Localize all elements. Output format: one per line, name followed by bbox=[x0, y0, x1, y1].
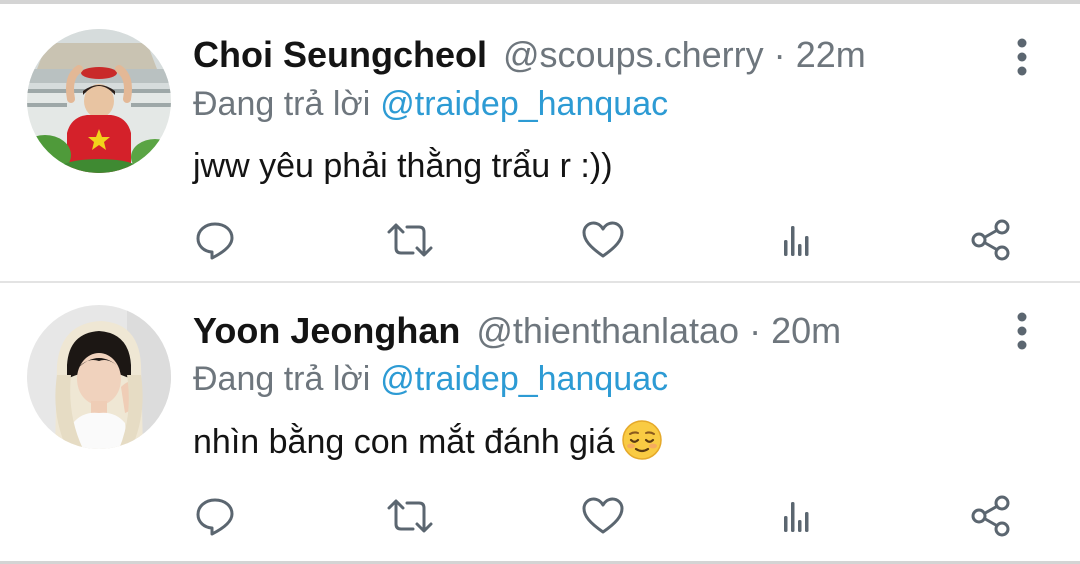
tweet-card[interactable]: Choi Seungcheol @scoups.cherry · 22m Đang… bbox=[0, 4, 1080, 282]
avatar[interactable] bbox=[27, 29, 171, 173]
tweet-header: Yoon Jeonghan @thienthanlatao · 20m bbox=[193, 311, 841, 351]
separator-dot: · bbox=[749, 310, 762, 351]
mention-link[interactable]: @traidep_hanquac bbox=[380, 360, 668, 398]
separator-dot: · bbox=[773, 34, 786, 75]
reply-button[interactable] bbox=[190, 491, 240, 541]
replying-to: Đang trả lời @traidep_hanquac bbox=[193, 359, 668, 399]
display-name[interactable]: Yoon Jeonghan bbox=[193, 310, 460, 351]
heart-icon bbox=[582, 497, 624, 534]
analytics-button[interactable] bbox=[771, 215, 821, 265]
like-button[interactable] bbox=[578, 215, 628, 265]
share-button[interactable] bbox=[966, 491, 1016, 541]
tweet-text: jww yêu phải thằng trẩu r :)) bbox=[193, 147, 613, 185]
like-button[interactable] bbox=[578, 491, 628, 541]
share-button[interactable] bbox=[966, 215, 1016, 265]
replying-to-label: Đang trả lời bbox=[193, 85, 371, 123]
timestamp: 22m bbox=[795, 34, 866, 75]
tweet-text: nhìn bằng con mắt đánh giá bbox=[193, 419, 663, 464]
replying-to-label: Đang trả lời bbox=[193, 360, 371, 398]
replying-to: Đang trả lời @traidep_hanquac bbox=[193, 84, 668, 124]
more-options-button[interactable] bbox=[1006, 33, 1038, 81]
share-icon bbox=[971, 495, 1010, 537]
display-name[interactable]: Choi Seungcheol bbox=[193, 34, 487, 75]
reply-bubble-icon bbox=[196, 498, 234, 536]
more-options-button[interactable] bbox=[1006, 307, 1038, 355]
tweet-replies-screen: Choi Seungcheol @scoups.cherry · 22m Đang… bbox=[0, 0, 1080, 564]
timestamp: 20m bbox=[771, 310, 842, 351]
retweet-icon bbox=[387, 499, 433, 533]
user-handle[interactable]: @thienthanlatao bbox=[476, 310, 739, 351]
tweet-text-body: nhìn bằng con mắt đánh giá bbox=[193, 423, 615, 461]
retweet-icon bbox=[387, 223, 433, 257]
action-bar bbox=[0, 215, 1080, 265]
more-vertical-icon bbox=[1017, 312, 1027, 350]
avatar[interactable] bbox=[27, 305, 171, 449]
retweet-button[interactable] bbox=[385, 215, 435, 265]
analytics-bars-icon bbox=[784, 226, 809, 256]
user-handle[interactable]: @scoups.cherry bbox=[503, 34, 764, 75]
retweet-button[interactable] bbox=[385, 491, 435, 541]
heart-icon bbox=[582, 221, 624, 258]
tweet-card[interactable]: Yoon Jeonghan @thienthanlatao · 20m Đang … bbox=[0, 283, 1080, 561]
share-icon bbox=[971, 219, 1010, 261]
reply-button[interactable] bbox=[190, 215, 240, 265]
analytics-button[interactable] bbox=[771, 491, 821, 541]
action-bar bbox=[0, 491, 1080, 541]
analytics-bars-icon bbox=[784, 502, 809, 532]
tweet-header: Choi Seungcheol @scoups.cherry · 22m bbox=[193, 35, 866, 75]
more-vertical-icon bbox=[1017, 38, 1027, 76]
mention-link[interactable]: @traidep_hanquac bbox=[380, 85, 668, 123]
reply-bubble-icon bbox=[196, 222, 234, 260]
relieved-face-emoji-icon bbox=[621, 420, 662, 460]
